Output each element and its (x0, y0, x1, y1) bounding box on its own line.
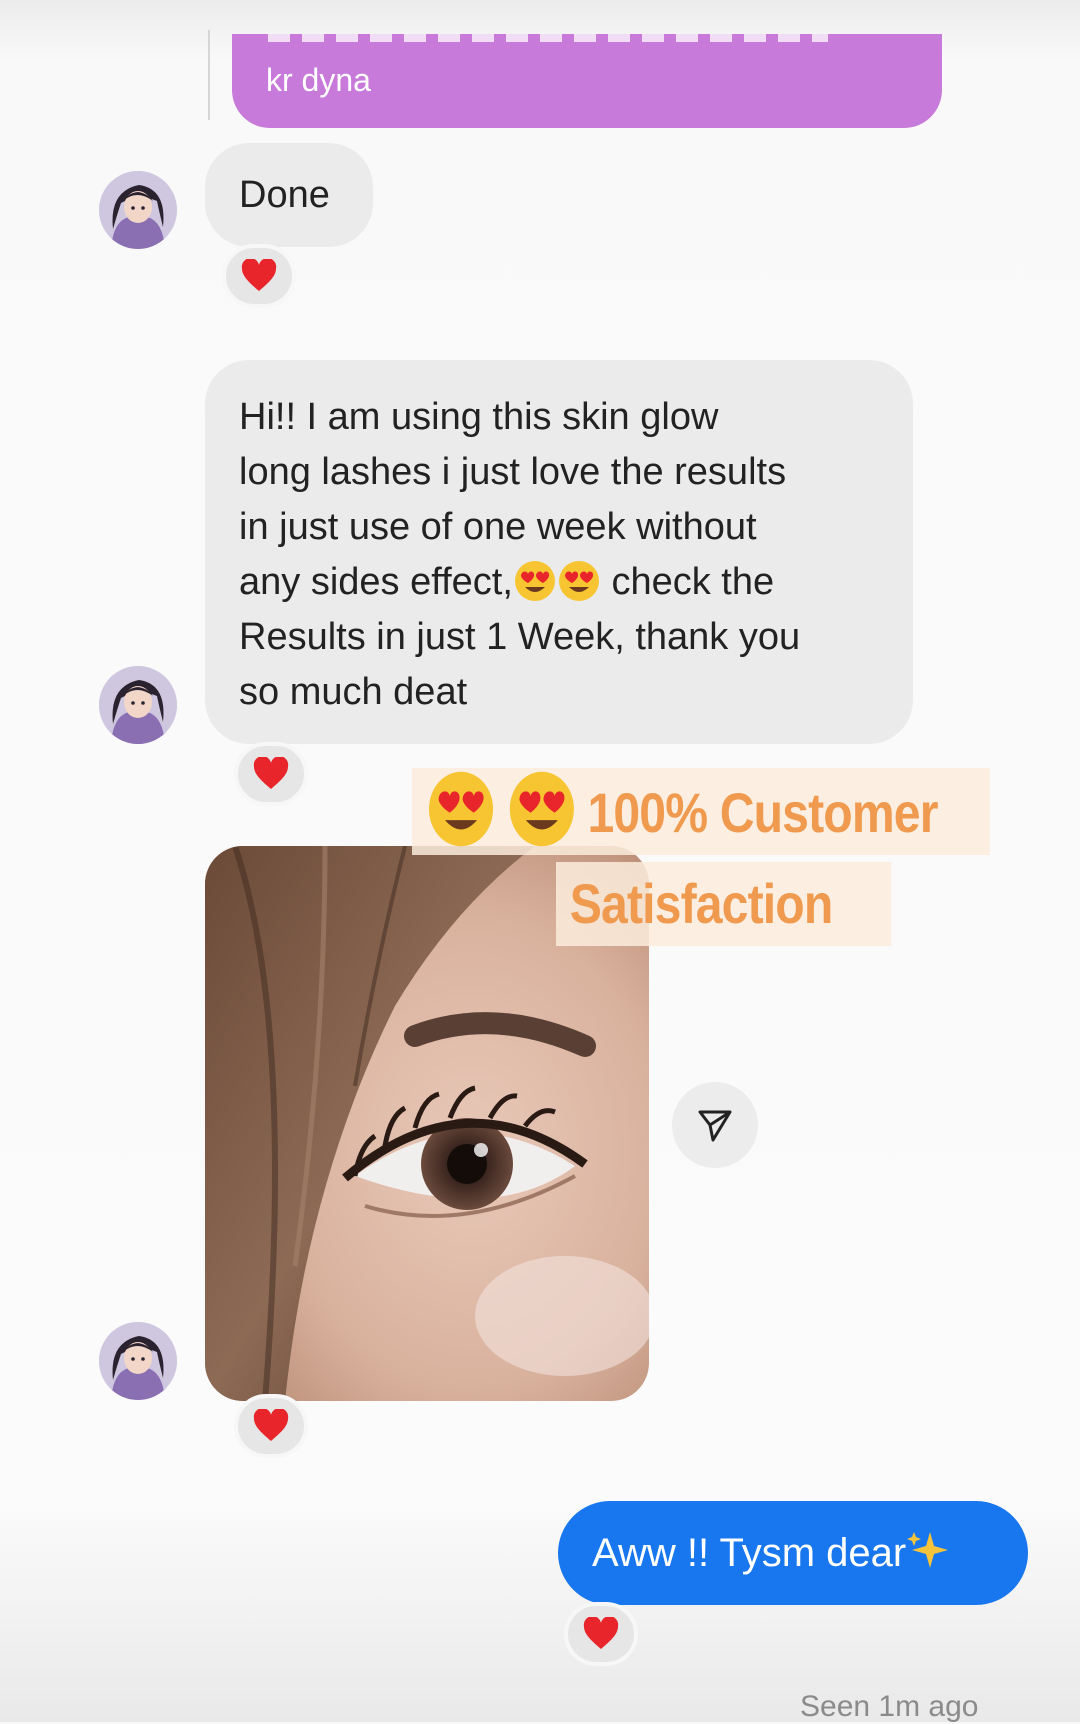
message-text: any sides effect, (239, 561, 513, 603)
satisfaction-badge-line2: Satisfaction (556, 862, 892, 946)
message-line: so much deat (239, 671, 468, 713)
message-text: kr dyna (266, 62, 371, 98)
reply-divider (208, 30, 210, 120)
message-line: Hi!! I am using this skin glow (239, 396, 719, 438)
incoming-message-done[interactable]: Done (205, 143, 373, 247)
heart-reaction[interactable] (564, 1602, 638, 1666)
chat-thread: kr dyna Done Hi!! I am using this skin g… (0, 0, 1080, 1723)
paper-plane-icon (698, 1110, 732, 1142)
heart-reaction[interactable] (234, 1394, 308, 1458)
message-line: Results in just 1 Week, thank you (239, 616, 801, 658)
message-text: check the (611, 561, 775, 603)
heart-eyes-emoji (509, 771, 574, 847)
message-line: in just use of one week without (239, 506, 757, 548)
badge-text: Satisfaction (569, 872, 834, 935)
heart-eyes-emoji (558, 561, 599, 601)
avatar[interactable] (99, 666, 177, 744)
seen-status: Seen 1m ago (800, 1690, 979, 1723)
heart-eyes-emoji (514, 561, 555, 601)
red-heart-icon (253, 757, 289, 789)
red-heart-icon (241, 259, 277, 291)
message-line: long lashes i just love the results (239, 451, 787, 493)
heart-reaction[interactable] (222, 244, 296, 308)
red-heart-icon (253, 1409, 289, 1441)
incoming-message-review[interactable]: Hi!! I am using this skin glow long lash… (205, 360, 913, 744)
avatar[interactable] (99, 1322, 177, 1400)
message-text: Aww !! Tysm dear (592, 1531, 907, 1575)
share-button[interactable] (672, 1082, 758, 1168)
sparkles-emoji (907, 1532, 949, 1568)
message-text: Done (239, 174, 330, 216)
heart-eyes-emoji (428, 771, 494, 847)
outgoing-message-purple[interactable]: kr dyna (232, 34, 942, 128)
badge-text: 100% Customer (587, 781, 938, 844)
outgoing-message-blue[interactable]: Aww !! Tysm dear (558, 1501, 1028, 1605)
cropped-text-line (268, 34, 828, 42)
red-heart-icon (583, 1617, 619, 1649)
message-line: any sides effect, check the (239, 555, 879, 610)
satisfaction-badge-line1: 100% Customer (412, 768, 990, 855)
heart-reaction[interactable] (234, 742, 308, 806)
avatar[interactable] (99, 171, 177, 249)
